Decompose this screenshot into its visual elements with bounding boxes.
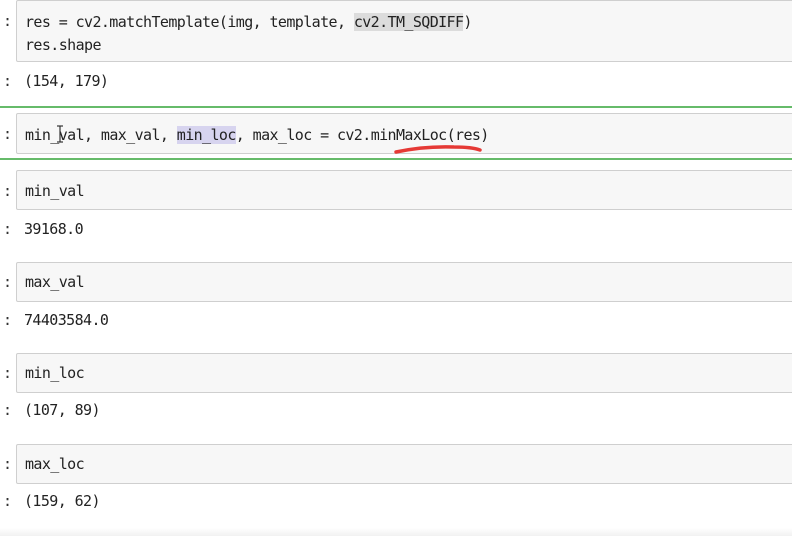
code-input[interactable]: max_val [16, 262, 792, 302]
code-line-1: min_val [25, 182, 85, 200]
code-line-1: max_loc [25, 455, 85, 473]
code-line-1: min_loc [25, 364, 85, 382]
input-prompt: : [3, 364, 13, 382]
jupyter-notebook: : res = cv2.matchTemplate(img, template,… [0, 0, 792, 536]
code-text: (res) [446, 126, 490, 144]
input-prompt: : [3, 125, 13, 143]
output-prompt: : [3, 401, 13, 419]
input-prompt: : [3, 182, 13, 200]
code-text: val, max_val, [58, 126, 177, 144]
code-line-1: min_val, max_val, min_loc, max_loc = cv2… [25, 126, 489, 144]
notebook-cell-4[interactable]: : max_val : 74403584.0 [0, 262, 792, 342]
code-input[interactable]: min_val [16, 170, 792, 210]
code-text: min_ [25, 126, 59, 144]
notebook-cell-6[interactable]: : max_loc : (159, 62) [0, 444, 792, 524]
code-line-1: res = cv2.matchTemplate(img, template, c… [25, 13, 472, 31]
cell-output: 74403584.0 [24, 311, 109, 329]
notebook-cell-3[interactable]: : min_val : 39168.0 [0, 170, 792, 250]
text-cursor-icon [57, 125, 63, 143]
cell-output: (159, 62) [24, 492, 100, 510]
input-prompt: : [3, 455, 13, 473]
code-input[interactable]: min_loc [16, 353, 792, 393]
code-input[interactable]: res = cv2.matchTemplate(img, template, c… [16, 0, 792, 62]
code-line-2: res.shape [25, 36, 101, 54]
output-prompt: : [3, 311, 13, 329]
code-text: , max_loc = cv2. [235, 126, 372, 144]
notebook-cell-5[interactable]: : min_loc : (107, 89) [0, 353, 792, 433]
notebook-cell-1[interactable]: : res = cv2.matchTemplate(img, template,… [0, 0, 792, 100]
cell-output: 39168.0 [24, 220, 84, 238]
output-prompt: : [3, 220, 13, 238]
cell-output: (107, 89) [24, 401, 100, 419]
output-prompt: : [3, 492, 13, 510]
output-prompt: : [3, 72, 13, 90]
input-prompt: : [3, 273, 13, 291]
code-text: ) [463, 13, 472, 31]
cell-output: (154, 179) [24, 72, 109, 90]
red-underline-annotation [394, 145, 482, 154]
code-text: res = cv2.matchTemplate(img, template, [25, 13, 354, 31]
input-prompt: : [3, 12, 13, 30]
code-input[interactable]: max_loc [16, 444, 792, 484]
code-line-1: max_val [25, 273, 85, 291]
highlighted-token: cv2.TM_SQDIFF [353, 13, 464, 31]
code-text: minMaxLoc [370, 126, 447, 144]
highlighted-token: min_loc [176, 126, 236, 144]
next-cell-edge [0, 528, 792, 536]
